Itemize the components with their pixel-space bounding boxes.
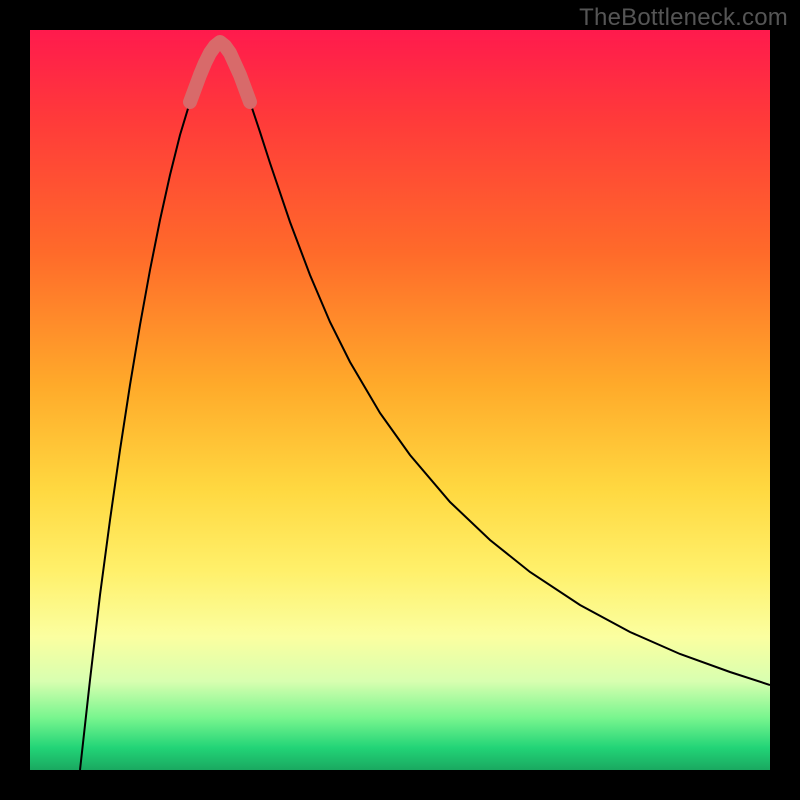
valley-highlight	[190, 42, 250, 102]
watermark-text: TheBottleneck.com	[579, 4, 788, 32]
plot-area	[30, 30, 770, 770]
bottleneck-curve	[80, 42, 770, 770]
chart-frame: TheBottleneck.com	[0, 0, 800, 800]
curve-svg	[30, 30, 770, 770]
